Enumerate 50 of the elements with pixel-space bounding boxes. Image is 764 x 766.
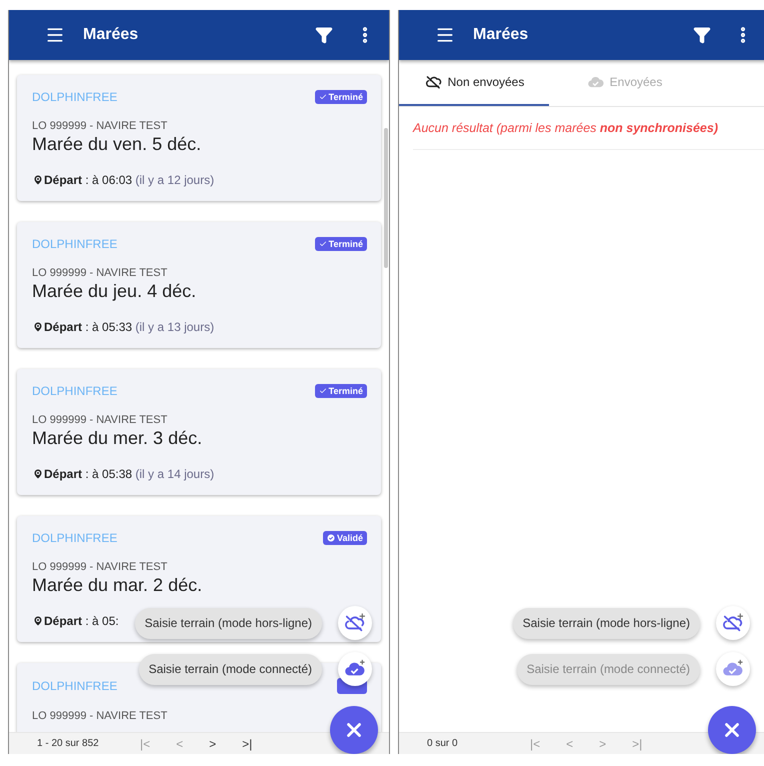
trip-card[interactable]: DOLPHINFREE Terminé LO 999999 - NAVIRE TEST Marée du mer. 3 déc. Départ : à 05:38 (il y a 14 jours) [17,369,381,495]
cloud-off-icon [344,613,366,633]
page-range: 0 sur 0 [427,738,459,749]
departure-text: Départ : à 05: [44,614,119,628]
action-label[interactable]: Saisie terrain (mode hors-ligne) [512,608,700,638]
trip-title: Marée du mer. 3 déc. [32,428,204,449]
app-bar-title: Marées [473,26,530,44]
organisation-name: DOLPHINFREE [32,679,118,693]
action-label[interactable]: Saisie terrain (mode connecté) [138,654,322,684]
departure-text: Départ : à 05:38 (il y a 14 jours) [44,467,214,481]
cloud-check-icon [586,74,606,90]
status-badge: Terminé [314,90,367,104]
status-badge: Terminé [314,384,367,398]
status-badge: Validé [322,531,367,545]
trip-title: Marée du ven. 5 déc. [32,134,202,155]
cloud-off-icon [424,74,444,90]
location-pin-icon [32,615,44,627]
cloud-off-icon [722,613,744,633]
location-pin-icon [32,174,44,186]
location-pin-icon [32,468,44,480]
vessel-name: LO 999999 - NAVIRE TEST [32,561,168,573]
departure-text: Départ : à 06:03 (il y a 12 jours) [44,173,214,187]
action-label[interactable]: Saisie terrain (mode hors-ligne) [134,608,322,638]
organisation-name: DOLPHINFREE [32,90,118,104]
trip-card[interactable]: DOLPHINFREE Terminé LO 999999 - NAVIRE TEST Marée du jeu. 4 déc. Départ : à 05:33 (il y a 13 jours) [17,222,381,348]
trip-title: Marée du jeu. 4 déc. [32,281,198,302]
vessel-name: LO 999999 - NAVIRE TEST [32,120,168,132]
trip-title: Marée du mar. 2 déc. [32,575,204,596]
page-button[interactable]: >| [239,734,256,754]
filter-icon[interactable] [315,26,333,44]
scrollbar[interactable] [384,128,388,268]
action-button[interactable] [716,606,750,640]
vessel-name: LO 999999 - NAVIRE TEST [32,710,168,722]
status-badge: Terminé [314,237,367,251]
filter-icon[interactable] [693,26,711,44]
organisation-name: DOLPHINFREE [32,237,118,251]
location-pin-icon [32,321,44,333]
app-bar-title: Marées [83,26,140,44]
organisation-name: DOLPHINFREE [32,531,118,545]
close-button[interactable] [708,706,756,754]
tab[interactable]: Non envoyées [399,60,549,106]
action-button[interactable] [338,652,372,686]
empty-message: Aucun résultat (parmi les marées non synchronisées) [413,121,764,150]
page-button[interactable]: > [206,734,220,754]
departure-text: Départ : à 05:33 (il y a 13 jours) [44,320,214,334]
trip-card[interactable]: DOLPHINFREE Terminé LO 999999 - NAVIRE TEST Marée du ven. 5 déc. Départ : à 06:03 (il y a 12 jours) [17,75,381,201]
page-range: 1 - 20 sur 852 [37,738,100,749]
vessel-name: LO 999999 - NAVIRE TEST [32,267,168,279]
vessel-name: LO 999999 - NAVIRE TEST [32,414,168,426]
organisation-name: DOLPHINFREE [32,384,118,398]
